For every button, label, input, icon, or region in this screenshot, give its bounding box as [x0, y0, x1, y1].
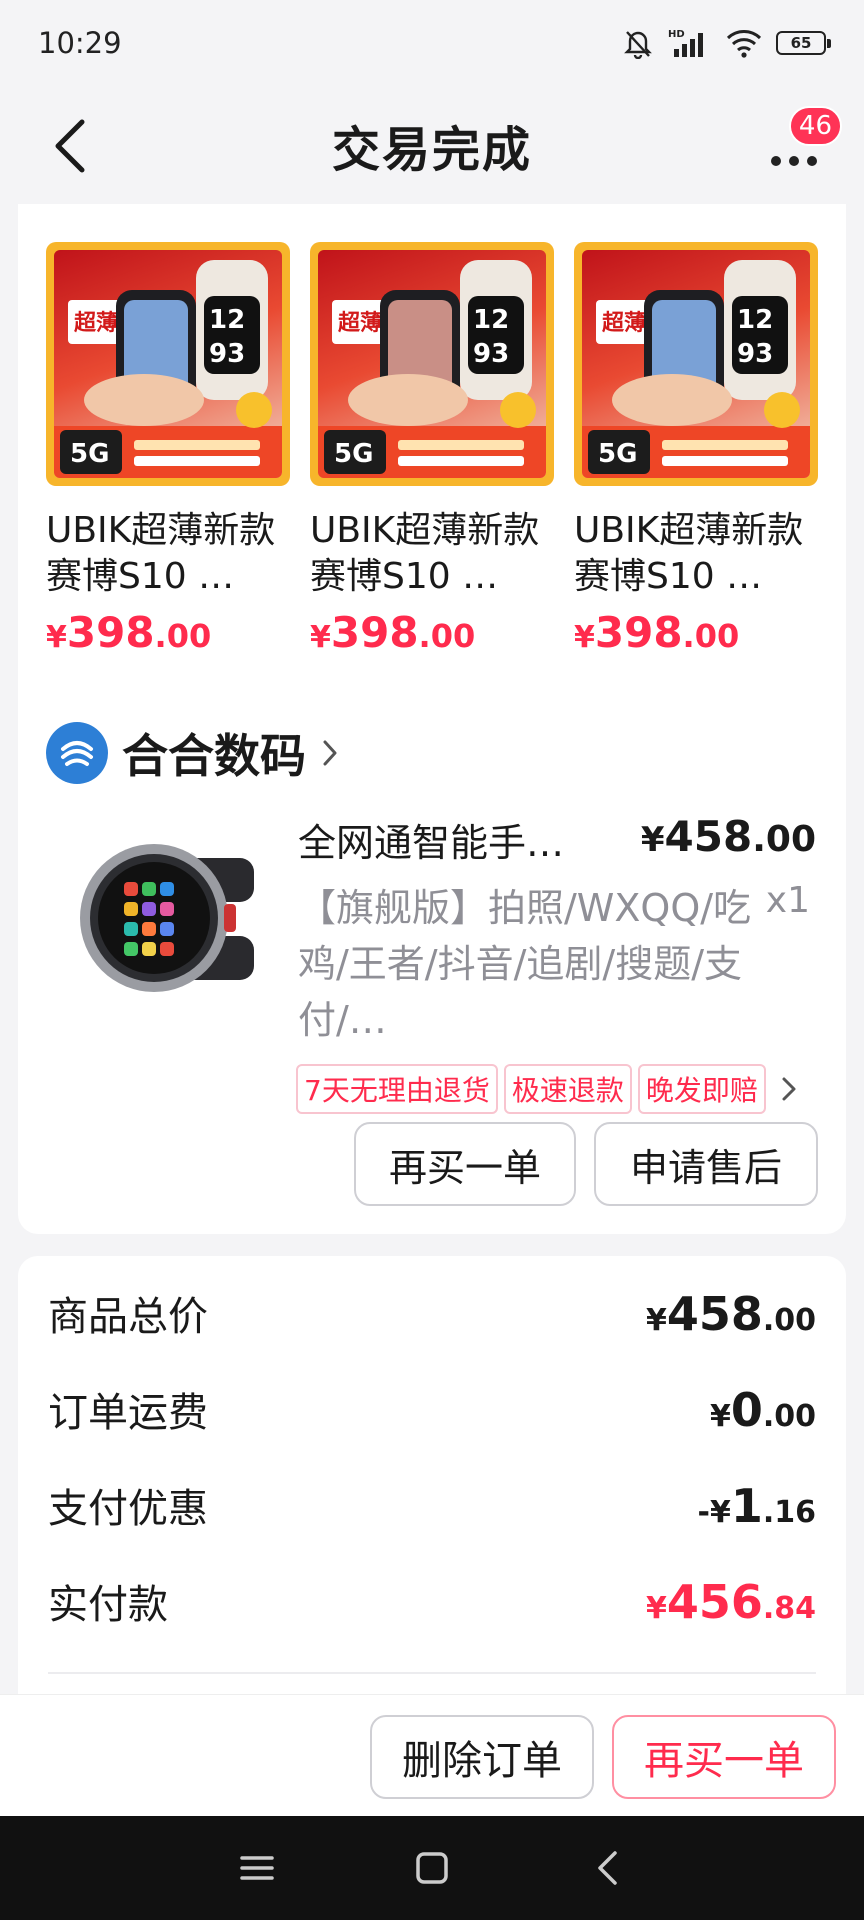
- summary-row-goods-total: 商品总价 ¥458.00: [48, 1284, 816, 1342]
- svg-text:HD: HD: [668, 29, 685, 40]
- svg-text:12: 12: [473, 305, 509, 335]
- recommendation-price: ¥398.00: [46, 608, 212, 657]
- smartwatch-image: 超薄 12 93 5G: [318, 260, 546, 478]
- product-price: ¥458.00: [640, 812, 816, 861]
- product-spec: 【旗舰版】拍照/WXQQ/吃鸡/王者/抖音/追剧/搜题/支付/…: [298, 886, 752, 1042]
- smartwatch-image: 超薄 12 93 5G: [582, 260, 810, 478]
- svg-text:12: 12: [209, 305, 245, 335]
- svg-text:93: 93: [737, 339, 773, 369]
- wifi-icon: [726, 28, 762, 58]
- recommendation-price: ¥398.00: [310, 608, 476, 657]
- divider: [48, 1672, 816, 1674]
- summary-label: 商品总价: [48, 1294, 208, 1340]
- delete-order-button[interactable]: 删除订单: [370, 1715, 594, 1799]
- bell-mute-icon: [622, 27, 654, 59]
- battery-level: 65: [790, 34, 812, 52]
- page-title: 交易完成: [331, 122, 532, 178]
- recommendation-item[interactable]: 超薄 12 93 5G UBIK超薄新款赛博S10 … ¥ 398 .00: [46, 242, 290, 657]
- recommendation-grid: 超薄 12 93 5G UBIK超薄新款赛博S10 … ¥ 398 .00 超薄…: [46, 242, 818, 657]
- shop-header[interactable]: 合合数码: [46, 720, 340, 786]
- more-dots-icon: [771, 156, 817, 166]
- product-title[interactable]: 全网通智能手…: [298, 812, 618, 867]
- back-icon[interactable]: [567, 1838, 647, 1898]
- rebuy-order-button[interactable]: 再买一单: [612, 1715, 836, 1799]
- svg-text:12: 12: [737, 305, 773, 335]
- shop-logo-icon: [46, 722, 108, 784]
- menu-icon[interactable]: [217, 1838, 297, 1898]
- product-quantity: x1: [765, 880, 810, 921]
- svg-text:超薄: 超薄: [602, 311, 646, 336]
- message-badge: 46: [788, 106, 842, 146]
- summary-row-discount: 支付优惠 - ¥1.16: [48, 1476, 816, 1534]
- service-tag: 7天无理由退货: [296, 1064, 498, 1114]
- svg-text:超薄: 超薄: [74, 311, 118, 336]
- smartwatch-image: 超薄 12 93 5G: [54, 260, 282, 478]
- summary-value: ¥0.00: [709, 1383, 816, 1437]
- svg-text:5G: 5G: [70, 439, 109, 469]
- price-summary-card: 商品总价 ¥458.00 订单运费 ¥0.00 支付优惠 - ¥1.16 实付款 …: [18, 1256, 846, 1694]
- order-item-actions: 再买一单 申请售后: [354, 1122, 818, 1206]
- smartwatch-product-image: [80, 844, 254, 992]
- after-sale-button[interactable]: 申请售后: [594, 1122, 818, 1206]
- recommendation-item[interactable]: 超薄 12 93 5G UBIK超薄新款赛博S10 … ¥ 398 .00: [310, 242, 554, 657]
- recommendation-title: UBIK超薄新款赛博S10 …: [46, 510, 276, 597]
- chevron-left-icon: [55, 119, 85, 173]
- summary-label: 实付款: [48, 1582, 168, 1628]
- shop-name: 合合数码: [122, 729, 306, 783]
- back-button[interactable]: [40, 116, 100, 176]
- chevron-right-icon: [320, 737, 340, 769]
- summary-value: ¥458.00: [645, 1287, 816, 1341]
- more-button[interactable]: 46: [754, 106, 842, 188]
- recommendation-item[interactable]: 超薄 12 93 5G UBIK超薄新款赛博S10 … ¥ 398 .00: [574, 242, 818, 657]
- summary-value: - ¥1.16: [697, 1479, 817, 1533]
- summary-label: 支付优惠: [48, 1486, 208, 1532]
- svg-text:5G: 5G: [598, 439, 637, 469]
- svg-text:超薄: 超薄: [338, 311, 382, 336]
- content-scroll[interactable]: 超薄 12 93 5G UBIK超薄新款赛博S10 … ¥ 398 .00 超薄…: [0, 204, 864, 1694]
- order-complete-screen: 10:29 HD 65 交易完成 46 超薄 12 93 5G UBIK超薄新款…: [0, 0, 864, 1920]
- recommendation-title: UBIK超薄新款赛博S10 …: [574, 510, 804, 597]
- hd-signal-icon: HD: [668, 27, 712, 59]
- service-tag: 晚发即赔: [637, 1064, 766, 1114]
- product-thumbnail: 超薄 12 93 5G: [46, 242, 290, 486]
- chevron-right-icon: [780, 1074, 798, 1104]
- summary-row-shipping: 订单运费 ¥0.00: [48, 1380, 816, 1438]
- service-tags[interactable]: 7天无理由退货 极速退款 晚发即赔: [296, 1064, 798, 1114]
- recommendation-price: ¥398.00: [574, 608, 740, 657]
- summary-label: 订单运费: [48, 1390, 208, 1436]
- rebuy-button[interactable]: 再买一单: [354, 1122, 576, 1206]
- recommendation-title: UBIK超薄新款赛博S10 …: [310, 510, 540, 597]
- status-bar: 10:29 HD 65: [0, 0, 864, 86]
- svg-text:93: 93: [473, 339, 509, 369]
- home-icon[interactable]: [392, 1838, 472, 1898]
- product-thumbnail: 超薄 12 93 5G: [310, 242, 554, 486]
- nav-bar: 交易完成 46: [0, 86, 864, 204]
- battery-icon: 65: [776, 31, 831, 55]
- status-time: 10:29: [38, 26, 122, 60]
- product-thumbnail: 超薄 12 93 5G: [574, 242, 818, 486]
- svg-text:93: 93: [209, 339, 245, 369]
- order-item-card: 合合数码 全网通智能手… ¥ 458 .00 【旗舰版】拍照/WXQQ/吃鸡/王…: [18, 690, 846, 1234]
- summary-value-paid: ¥456.84: [645, 1575, 816, 1629]
- service-tag: 极速退款: [503, 1064, 632, 1114]
- bottom-action-bar: 删除订单 再买一单: [0, 1694, 864, 1816]
- status-icons: HD 65: [622, 27, 831, 59]
- product-image[interactable]: [62, 818, 262, 1018]
- system-navigation-bar: [0, 1816, 864, 1920]
- summary-row-paid: 实付款 ¥456.84: [48, 1572, 816, 1630]
- svg-text:5G: 5G: [334, 439, 373, 469]
